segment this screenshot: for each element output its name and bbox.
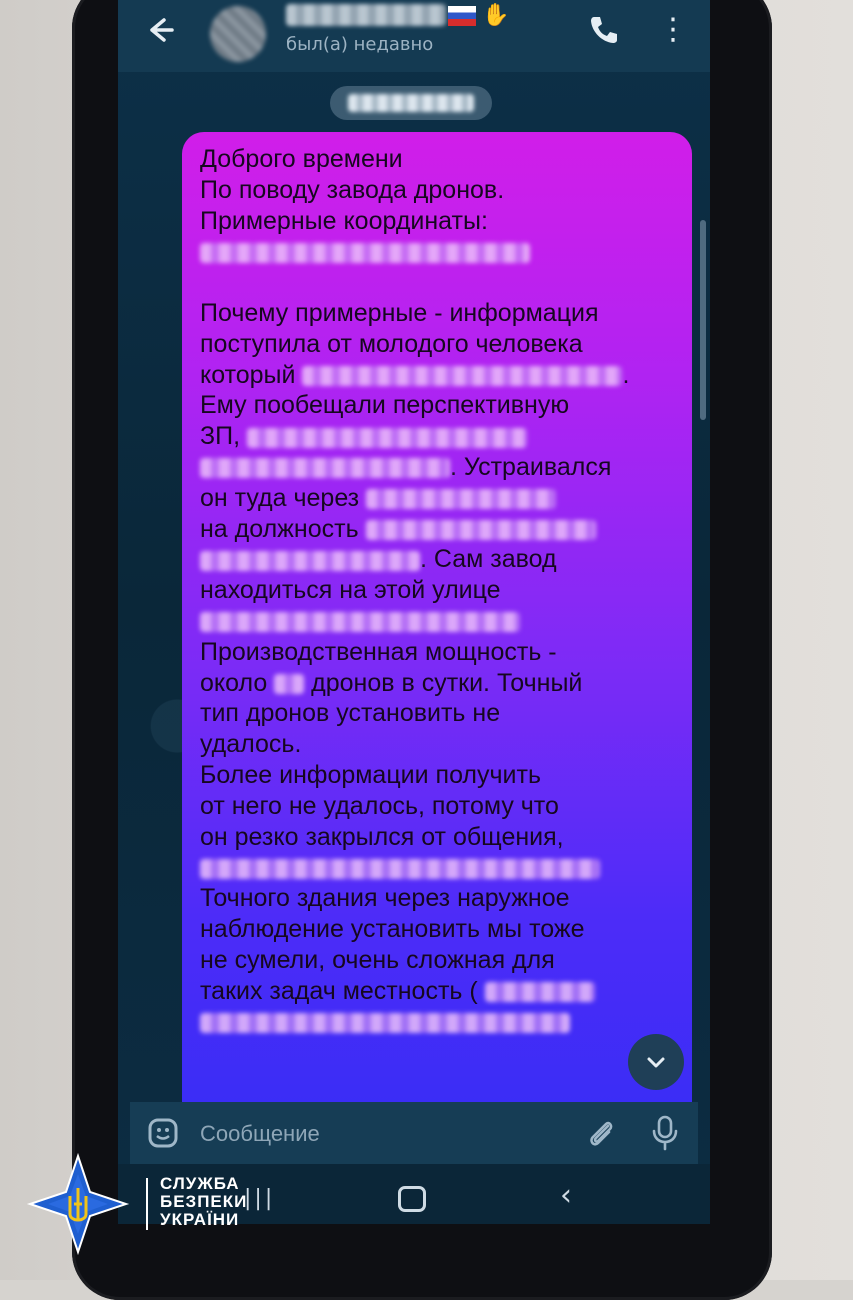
message-line: не сумели, очень сложная для [200,945,680,976]
message-line: Почему примерные - информация [200,298,680,329]
message-line-text: от него не удалось, потому что [200,791,559,820]
watermark-line: УКРАЇНИ [160,1210,240,1229]
message-line: удалось. [200,729,680,760]
message-line-text: он туда через [200,483,367,512]
message-line: Доброго времени [200,144,680,175]
chat-screen: ✋ был(а) недавно ⋮ Доброго времени По пов… [118,0,710,1210]
redacted-text [365,519,596,540]
russia-flag-icon [448,5,476,26]
message-composer [130,1102,698,1164]
message-line: поступила от молодого человека [200,329,680,360]
message-line-text: находиться на этой улице [200,576,501,605]
message-line-text: таких задач местность ( [200,976,485,1005]
message-line-text: По поводу завода дронов. [200,175,505,204]
message-line-text: поступила от молодого человека [200,329,583,358]
message-line: Ему пообещали перспективную [200,390,680,421]
message-line: наблюдение установить мы тоже [200,914,680,945]
hand-emoji-icon: ✋ [482,2,510,28]
message-line: Точного здания через наружное [200,883,680,914]
redacted-text [200,1012,570,1033]
redacted-text [200,242,530,263]
message-line: на должность [200,514,680,545]
watermark-line: БЕЗПЕКИ [160,1192,248,1211]
redacted-text [200,550,420,571]
message-line-text: дронов в сутки. Точный [304,668,583,697]
avatar[interactable] [210,6,266,62]
redacted-text [200,458,450,479]
recent-apps-icon[interactable]: ||| [244,1186,275,1211]
message-line-text: . Сам завод [420,545,557,574]
arrow-left-icon[interactable] [140,10,180,50]
message-line [200,236,680,267]
ssu-emblem-icon [26,1152,130,1256]
message-line-text: он резко закрылся от общения, [200,822,564,851]
message-line-text: . Устраивался [450,452,612,481]
more-vert-icon[interactable]: ⋮ [658,12,688,48]
message-line [200,267,680,298]
contact-name-emoji: ✋ [448,2,509,28]
message-line: По поводу завода дронов. [200,175,680,206]
sticker-icon[interactable] [146,1116,180,1150]
redacted-text [366,489,557,510]
redacted-text [274,673,305,694]
redacted-text [200,858,600,879]
redacted-text [200,612,520,633]
message-input[interactable] [198,1116,502,1152]
redacted-text [302,365,623,386]
message-line-text: около [200,668,275,697]
message-line: он туда через [200,483,680,514]
message-line [200,1006,680,1037]
message-line-text: Точного здания через наружное [200,884,570,913]
message-line-text: ЗП, [200,422,247,451]
message-line [200,606,680,637]
message-line-text: на должность [200,514,366,543]
message-line-text: Ему пообещали перспективную [200,391,570,420]
logo-divider [146,1178,148,1230]
message-line-text: Доброго времени [200,145,403,173]
contact-name-redacted[interactable] [286,4,446,26]
watermark-line: СЛУЖБА [160,1174,240,1193]
ssu-watermark-text: СЛУЖБА БЕЗПЕКИ УКРАЇНИ [160,1175,247,1229]
message-line: он резко закрылся от общения, [200,822,680,853]
message-line: тип дронов установить не [200,698,680,729]
message-line-text: наблюдение установить мы тоже [200,914,585,943]
message-line-text: Более информации получить [200,760,541,789]
message-line: около дронов в сутки. Точный [200,668,680,699]
message-line: Более информации получить [200,760,680,791]
message-line: . Устраивался [200,452,680,483]
back-icon[interactable]: ‹ [560,1178,572,1213]
message-line: находиться на этой улице [200,575,680,606]
scrollbar[interactable] [700,220,706,420]
message-line-text: не сумели, очень сложная для [200,945,555,974]
message-line-text: . [622,360,630,389]
message-line: таких задач местность ( [200,976,680,1007]
message-line-text: который [200,360,303,389]
message-line: Производственная мощность - [200,637,680,668]
message-line: от него не удалось, потому что [200,791,680,822]
message-text: Доброго времени По поводу завода дронов. П… [200,144,680,1037]
message-line-text: тип дронов установить не [200,699,501,728]
chevron-down-icon[interactable] [628,1034,684,1090]
phone-icon[interactable] [586,12,622,48]
date-redacted [348,94,474,112]
chat-header: ✋ был(а) недавно ⋮ [118,0,710,72]
message-line-text: Производственная мощность - [200,637,557,666]
message-line: который . [200,360,680,391]
redacted-text [484,981,595,1002]
message-line: ЗП, [200,421,680,452]
message-line: . Сам завод [200,544,680,575]
microphone-icon[interactable] [650,1114,680,1152]
message-line-text: удалось. [200,730,302,759]
redacted-text [246,427,527,448]
date-chip [330,86,492,120]
message-line [200,852,680,883]
last-seen-status: был(а) недавно [286,34,434,55]
message-bubble[interactable]: Доброго времени По поводу завода дронов. П… [182,132,692,1112]
home-icon[interactable] [398,1186,426,1212]
message-line: Примерные координаты: [200,206,680,237]
paperclip-icon[interactable] [584,1116,618,1150]
message-line-text: Почему примерные - информация [200,298,599,327]
message-line-text: Примерные координаты: [200,206,488,235]
